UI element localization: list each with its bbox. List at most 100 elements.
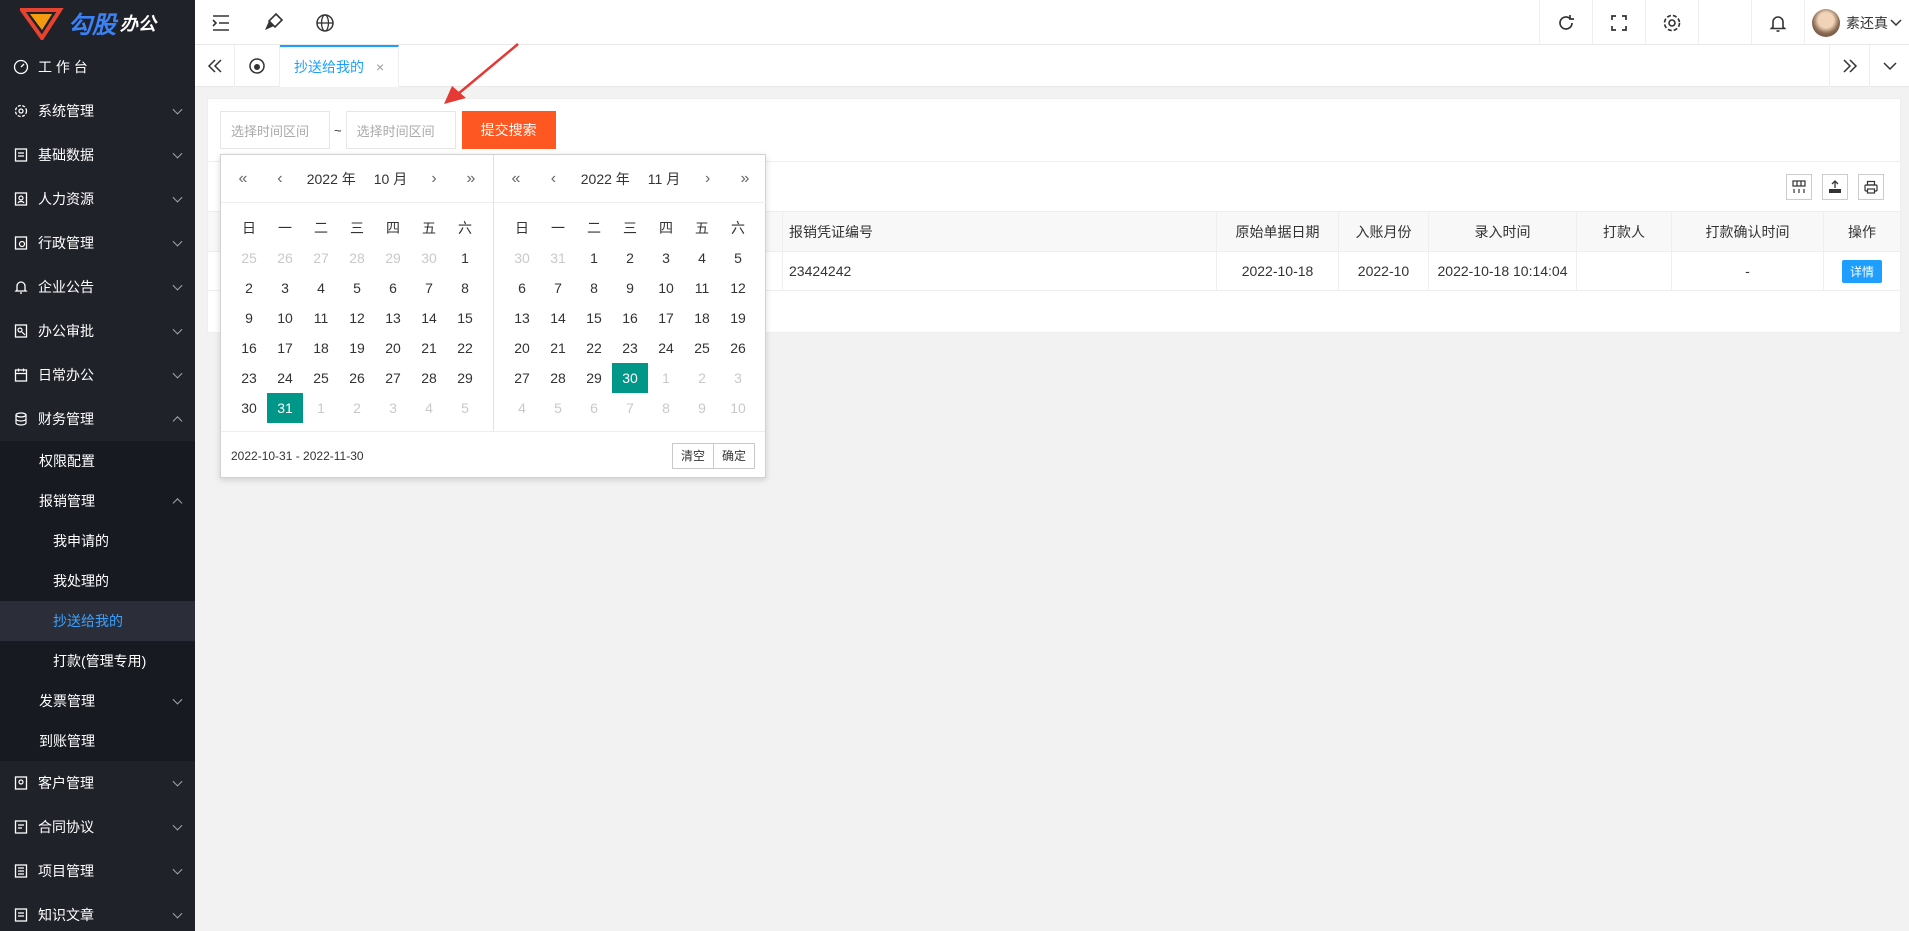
next-month-button[interactable]: › [698, 170, 718, 188]
calendar-day[interactable]: 9 [684, 393, 720, 423]
sidebar-item-my-apply[interactable]: 我申请的 [0, 521, 195, 561]
calendar-day[interactable]: 4 [303, 273, 339, 303]
tabs-scroll-right-button[interactable] [1829, 45, 1869, 87]
calendar-day[interactable]: 8 [576, 273, 612, 303]
calendar-day[interactable]: 25 [303, 363, 339, 393]
calendar-day[interactable]: 25 [684, 333, 720, 363]
calendar-day[interactable]: 5 [447, 393, 483, 423]
calendar-day[interactable]: 20 [375, 333, 411, 363]
calendar-day[interactable]: 2 [339, 393, 375, 423]
calendar-day[interactable]: 2 [612, 243, 648, 273]
sidebar-item-daily[interactable]: 日常办公 [0, 353, 195, 397]
next-month-button[interactable]: › [424, 170, 444, 188]
calendar-day[interactable]: 27 [303, 243, 339, 273]
sidebar-item-notice[interactable]: 企业公告 [0, 265, 195, 309]
calendar-day[interactable]: 6 [504, 273, 540, 303]
sidebar-item-finance[interactable]: 财务管理 [0, 397, 195, 441]
calendar-day[interactable]: 7 [411, 273, 447, 303]
calendar-day[interactable]: 27 [504, 363, 540, 393]
sidebar-item-hr[interactable]: 人力资源 [0, 177, 195, 221]
calendar-day[interactable]: 10 [720, 393, 756, 423]
calendar-day[interactable]: 12 [339, 303, 375, 333]
calendar-day[interactable]: 3 [720, 363, 756, 393]
calendar-day[interactable]: 6 [576, 393, 612, 423]
tabs-menu-button[interactable] [1869, 45, 1909, 87]
columns-filter-button[interactable] [1786, 174, 1812, 200]
calendar-day[interactable]: 11 [303, 303, 339, 333]
calendar-day[interactable]: 24 [267, 363, 303, 393]
sidebar-item-my-handle[interactable]: 我处理的 [0, 561, 195, 601]
detail-button[interactable]: 详情 [1841, 259, 1882, 283]
calendar-day[interactable]: 1 [648, 363, 684, 393]
calendar-day[interactable]: 9 [612, 273, 648, 303]
sidebar-item-invoice[interactable]: 发票管理 [0, 681, 195, 721]
calendar-day[interactable]: 19 [720, 303, 756, 333]
calendar-day[interactable]: 9 [231, 303, 267, 333]
menu-toggle-button[interactable] [195, 0, 247, 45]
sidebar-item-dashboard[interactable]: 工 作 台 [0, 45, 195, 89]
calendar-day[interactable]: 8 [648, 393, 684, 423]
sidebar-item-basic-data[interactable]: 基础数据 [0, 133, 195, 177]
sidebar-item-project[interactable]: 项目管理 [0, 849, 195, 893]
clear-button[interactable]: 清空 [671, 442, 714, 469]
calendar-day[interactable]: 7 [612, 393, 648, 423]
calendar-day[interactable]: 2 [684, 363, 720, 393]
submit-search-button[interactable]: 提交搜索 [461, 111, 556, 149]
calendar-day[interactable]: 22 [447, 333, 483, 363]
calendar-day[interactable]: 21 [411, 333, 447, 363]
sidebar-item-contract[interactable]: 合同协议 [0, 805, 195, 849]
print-button[interactable] [1858, 174, 1884, 200]
end-date-input[interactable]: 选择时间区间 [345, 111, 456, 149]
calendar-month[interactable]: 11 月 [648, 169, 680, 189]
refresh-button[interactable] [1539, 0, 1592, 45]
sidebar-item-approval[interactable]: 办公审批 [0, 309, 195, 353]
calendar-day[interactable]: 4 [684, 243, 720, 273]
app-logo[interactable]: 勾股 办公 [0, 0, 195, 45]
calendar-day[interactable]: 30 [231, 393, 267, 423]
calendar-day[interactable]: 31 [540, 243, 576, 273]
calendar-day[interactable]: 5 [540, 393, 576, 423]
calendar-day[interactable]: 29 [576, 363, 612, 393]
export-button[interactable] [1822, 174, 1848, 200]
calendar-day[interactable]: 13 [504, 303, 540, 333]
calendar-day[interactable]: 3 [375, 393, 411, 423]
calendar-day[interactable]: 1 [576, 243, 612, 273]
calendar-day[interactable]: 3 [648, 243, 684, 273]
calendar-day[interactable]: 7 [540, 273, 576, 303]
calendar-day[interactable]: 28 [411, 363, 447, 393]
calendar-day[interactable]: 23 [612, 333, 648, 363]
home-tab-button[interactable] [235, 45, 280, 87]
start-date-input[interactable]: 选择时间区间 [220, 111, 330, 149]
prev-month-button[interactable]: ‹ [543, 170, 563, 188]
calendar-day[interactable]: 12 [720, 273, 756, 303]
language-button[interactable] [299, 0, 351, 45]
calendar-day[interactable]: 30 [504, 243, 540, 273]
close-icon[interactable]: × [376, 59, 384, 75]
calendar-day[interactable]: 15 [447, 303, 483, 333]
theme-button[interactable] [247, 0, 299, 45]
calendar-day[interactable]: 5 [339, 273, 375, 303]
calendar-day[interactable]: 30 [612, 363, 648, 393]
calendar-day[interactable]: 17 [267, 333, 303, 363]
calendar-day[interactable]: 16 [612, 303, 648, 333]
calendar-year[interactable]: 2022 年 [581, 169, 630, 189]
calendar-day[interactable]: 5 [720, 243, 756, 273]
calendar-day[interactable]: 21 [540, 333, 576, 363]
tabs-scroll-left-button[interactable] [195, 45, 235, 87]
user-menu[interactable]: 素还真 [1804, 0, 1909, 45]
calendar-day[interactable]: 1 [303, 393, 339, 423]
calendar-day[interactable]: 27 [375, 363, 411, 393]
sidebar-item-reimburse[interactable]: 报销管理 [0, 481, 195, 521]
sidebar-item-admin[interactable]: 行政管理 [0, 221, 195, 265]
confirm-button[interactable]: 确定 [713, 442, 755, 469]
prev-year-button[interactable]: « [506, 170, 526, 188]
calendar-day[interactable]: 17 [648, 303, 684, 333]
calendar-day[interactable]: 24 [648, 333, 684, 363]
calendar-day[interactable]: 26 [339, 363, 375, 393]
calendar-day[interactable]: 28 [339, 243, 375, 273]
calendar-day[interactable]: 11 [684, 273, 720, 303]
calendar-day[interactable]: 22 [576, 333, 612, 363]
calendar-day[interactable]: 10 [648, 273, 684, 303]
sidebar-item-article[interactable]: 知识文章 [0, 893, 195, 931]
calendar-day[interactable]: 15 [576, 303, 612, 333]
